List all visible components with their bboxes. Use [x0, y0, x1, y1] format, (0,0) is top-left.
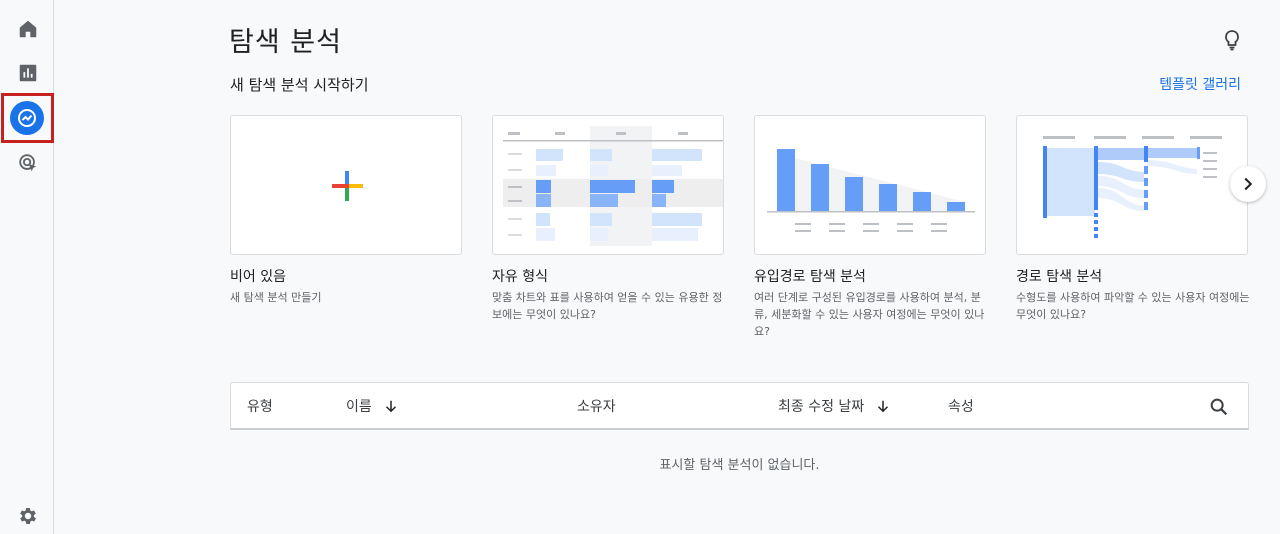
arrow-down-icon: [385, 400, 396, 413]
chevron-right-icon: [1244, 177, 1253, 191]
template-card-blank[interactable]: [230, 115, 462, 255]
column-name[interactable]: 이름: [346, 396, 400, 416]
card-label-blank: 비어 있음: [230, 269, 286, 285]
template-gallery-link[interactable]: 템플릿 갤러리: [1159, 74, 1241, 94]
template-card-free-form[interactable]: [492, 115, 724, 255]
template-card-funnel[interactable]: [754, 115, 986, 255]
funnel-thumbnail: [767, 149, 975, 232]
section-title: 새 탐색 분석 시작하기: [230, 76, 369, 94]
column-property[interactable]: 속성: [948, 396, 974, 416]
card-desc-path: 수형도를 사용하여 파악할 수 있는 사용자 여정에는 무엇이 있나요?: [1016, 291, 1250, 321]
plus-icon: [332, 171, 363, 201]
reports-icon: [19, 64, 37, 82]
column-type[interactable]: 유형: [247, 396, 273, 416]
column-name-label: 이름: [346, 399, 372, 415]
card-label-path: 경로 탐색 분석: [1016, 269, 1103, 285]
help-tips-button[interactable]: [1220, 28, 1244, 52]
column-type-label: 유형: [247, 399, 273, 415]
gear-icon: [20, 508, 36, 524]
lightbulb-icon: [1225, 30, 1239, 51]
explore-icon: [18, 109, 36, 127]
nav-admin[interactable]: [10, 498, 46, 534]
card-desc-free-form: 맞춤 차트와 표를 사용하여 얻을 수 있는 유용한 정보에는 무엇이 있나요?: [492, 291, 723, 321]
arrow-down-icon: [878, 400, 889, 413]
card-desc-funnel: 여러 단계로 구성된 유입경로를 사용하여 분석, 분류, 세분화할 수 있는 …: [754, 291, 985, 338]
column-owner-label: 소유자: [577, 399, 616, 415]
page-title: 탐색 분석: [229, 27, 342, 58]
column-last-modified[interactable]: 최종 수정 날짜: [778, 396, 892, 416]
explore-active-indicator: [10, 101, 44, 135]
home-icon: [19, 20, 37, 38]
advertising-icon: [19, 154, 37, 172]
card-label-free-form: 자유 형식: [492, 269, 548, 285]
empty-state-message: 표시할 탐색 분석이 없습니다.: [659, 458, 820, 473]
card-desc-blank: 새 탐색 분석 만들기: [230, 291, 322, 304]
column-owner[interactable]: 소유자: [577, 396, 616, 416]
path-thumbnail: [1043, 136, 1222, 238]
nav-reports[interactable]: [10, 55, 46, 91]
nav-explore[interactable]: [9, 100, 45, 136]
search-icon: [1210, 398, 1228, 416]
column-last-modified-label: 최종 수정 날짜: [778, 399, 865, 415]
nav-advertising[interactable]: [10, 145, 46, 181]
left-nav-rail: [0, 0, 54, 534]
table-search-button[interactable]: [1208, 396, 1230, 422]
free-form-thumbnail: [503, 126, 723, 246]
carousel-next-button[interactable]: [1230, 166, 1266, 202]
explorations-table-header: 유형 이름 소유자 최종 수정 날짜 속성: [230, 382, 1249, 430]
card-label-funnel: 유입경로 탐색 분석: [754, 269, 866, 285]
column-property-label: 속성: [948, 399, 974, 415]
nav-home[interactable]: [10, 11, 46, 47]
template-card-path[interactable]: [1016, 115, 1248, 255]
